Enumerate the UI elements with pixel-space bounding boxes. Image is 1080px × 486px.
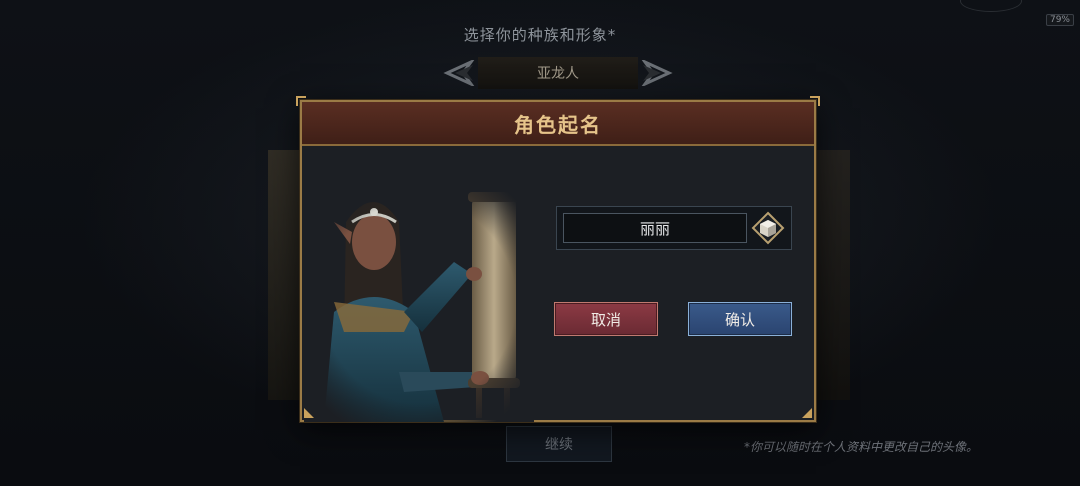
name-input[interactable] (563, 213, 747, 243)
chevron-right-icon[interactable] (638, 58, 674, 88)
character-card-right (814, 150, 850, 400)
character-portrait (304, 182, 534, 422)
page-title: 选择你的种族和形象* (463, 26, 617, 44)
race-selector: 亚龙人 (440, 56, 676, 90)
confirm-button[interactable]: 确认 (688, 302, 792, 336)
cancel-button[interactable]: 取消 (554, 302, 658, 336)
dialog-title: 角色起名 (514, 112, 602, 137)
character-card-left (268, 150, 300, 400)
continue-button[interactable]: 继续 (506, 426, 612, 462)
name-row (556, 206, 792, 250)
naming-dialog: 角色起名 丽丽 取消 确认 (296, 96, 820, 422)
avatar-change-note: *你可以随时在个人资料中更改自己的头像。 (744, 440, 979, 454)
dialog-header: 角色起名 (302, 102, 814, 146)
random-dice-icon[interactable] (751, 211, 785, 245)
race-name: 亚龙人 (478, 57, 638, 89)
corner-ornament (304, 408, 314, 418)
chevron-left-icon[interactable] (442, 58, 478, 88)
corner-ornament (802, 408, 812, 418)
